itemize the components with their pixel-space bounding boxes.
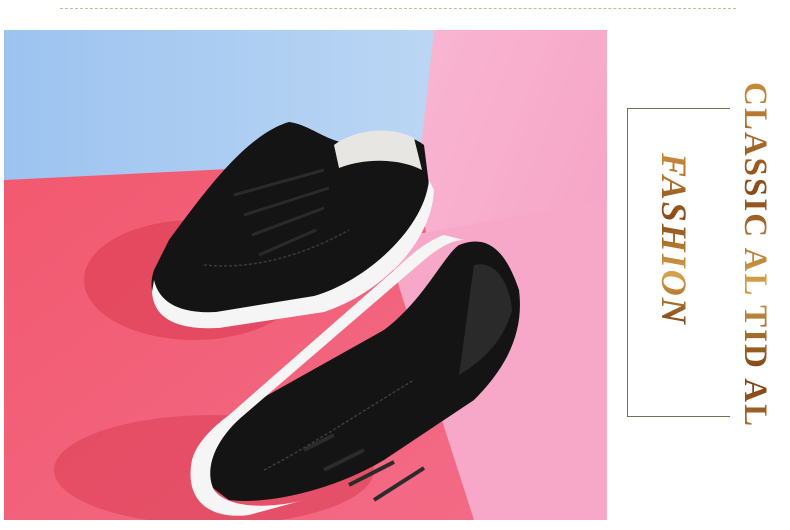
subheadline-vertical-text: FASHION bbox=[654, 153, 694, 373]
headline-vertical-text: CLASSIC AL TID AL bbox=[737, 82, 773, 452]
top-dashed-rule bbox=[60, 8, 736, 9]
sneakers-photo-illustration bbox=[4, 30, 607, 520]
product-photo bbox=[4, 30, 607, 520]
